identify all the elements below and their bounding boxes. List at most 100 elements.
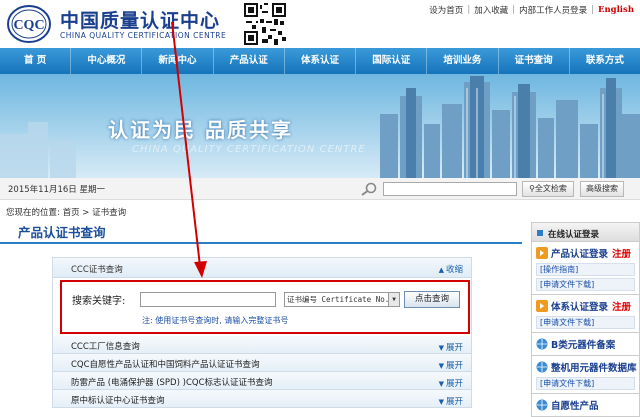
expand-toggle[interactable]: ▼ 展开 <box>439 377 463 389</box>
nav-item-training[interactable]: 培训业务 <box>427 48 499 74</box>
section-title: 防雷产品 (电涌保护器 (SPD) )CQC标志认证证书查询 <box>71 378 273 388</box>
org-name-cn: 中国质量认证中心 <box>60 10 221 32</box>
sidebar-title: 在线认证登录 <box>548 230 600 240</box>
expand-toggle[interactable]: ▼ 展开 <box>439 359 463 371</box>
nav-item-about[interactable]: 中心概况 <box>71 48 143 74</box>
query-button[interactable]: 点击查询 <box>404 291 460 308</box>
expand-label: 展开 <box>445 397 463 407</box>
sidebar-block-components: B类元器件备案 <box>531 333 640 356</box>
product-login-link[interactable]: 产品认证登录 <box>551 246 608 260</box>
section-title: CQC自愿性产品认证和中国饲料产品认证证书查询 <box>71 360 260 370</box>
panel-title: CCC证书查询 <box>71 265 123 275</box>
collapse-label: 收缩 <box>445 265 463 275</box>
section-title: 原中标认证中心证书查询 <box>71 396 165 406</box>
breadcrumb: 您现在的位置: 首页 > 证书查询 <box>6 206 126 218</box>
org-name-en: CHINA QUALITY CERTIFICATION CENTRE <box>60 31 227 40</box>
search-type-select[interactable]: 证书编号 Certificate No. ▼ <box>284 292 400 307</box>
top-links: 设为首页 | 加入收藏 | 内部工作人员登录 | English <box>429 4 634 16</box>
chevron-down-icon: ▼ <box>438 362 444 370</box>
logo-text: CQC <box>13 18 44 33</box>
breadcrumb-separator: > <box>82 208 90 218</box>
hero-banner: 认证为民 品质共享 CHINA QUALITY CERTIFICATION CE… <box>0 74 640 178</box>
breadcrumb-current: 证书查询 <box>92 208 127 218</box>
query-note: 注: 使用证书号查询时, 请输入完整证书号 <box>142 316 289 325</box>
staff-login-link[interactable]: 内部工作人员登录 <box>519 4 587 16</box>
chevron-down-icon: ▼ <box>438 380 444 388</box>
breadcrumb-home-link[interactable]: 首页 <box>63 208 80 218</box>
expand-toggle[interactable]: ▼ 展开 <box>439 395 463 407</box>
section-row[interactable]: 防雷产品 (电涌保护器 (SPD) )CQC标志认证证书查询 ▼ 展开 <box>52 372 472 390</box>
divider: | <box>512 5 516 15</box>
keyword-label: 搜索关键字: <box>72 296 126 307</box>
components-filing-link[interactable]: B类元器件备案 <box>551 337 615 351</box>
nav-item-home[interactable]: 首 页 <box>0 48 72 74</box>
current-date: 2015年11月16日 星期一 <box>8 185 105 195</box>
cqc-logo-icon[interactable]: CQC <box>6 4 52 44</box>
bullet-icon <box>537 230 543 236</box>
nav-item-system-cert[interactable]: 体系认证 <box>285 48 357 74</box>
database-download-link[interactable]: [申请文件下载] <box>536 377 635 390</box>
arrow-right-icon <box>536 300 548 312</box>
system-login-link[interactable]: 体系认证登录 <box>551 299 608 313</box>
chevron-down-icon[interactable]: ▼ <box>388 293 399 306</box>
sidebar-block-system-login: 体系认证登录 注册 [申请文件下载] <box>531 295 640 333</box>
main-nav: 首 页 中心概况 新闻中心 产品认证 体系认证 国际认证 培训业务 证书查询 联… <box>0 48 640 74</box>
nav-item-contact[interactable]: 联系方式 <box>570 48 640 74</box>
query-sections: CCC工厂信息查询 ▼ 展开 CQC自愿性产品认证和中国饲料产品认证证书查询 ▼ 展… <box>52 336 472 408</box>
qr-code-icon <box>244 3 286 45</box>
date-search-bar: 2015年11月16日 星期一 ⚲全文检索 高级搜索 <box>0 178 640 200</box>
search-type-value: 证书编号 Certificate No. <box>287 295 390 304</box>
panel-header[interactable]: CCC证书查询 ▲ 收缩 <box>53 258 471 278</box>
fulltext-search-button[interactable]: ⚲全文检索 <box>522 181 574 197</box>
query-form: 搜索关键字: 证书编号 Certificate No. ▼ 点击查询 注: 使用… <box>60 280 470 334</box>
chevron-up-icon: ▲ <box>438 266 444 274</box>
globe-icon <box>536 338 548 350</box>
expand-label: 展开 <box>445 379 463 389</box>
nav-item-news[interactable]: 新闻中心 <box>142 48 214 74</box>
nav-item-intl-cert[interactable]: 国际认证 <box>356 48 428 74</box>
section-title: CCC工厂信息查询 <box>71 342 140 352</box>
expand-toggle[interactable]: ▼ 展开 <box>439 341 463 353</box>
page-title: 产品认证书查询 <box>18 225 106 240</box>
expand-label: 展开 <box>445 343 463 353</box>
arrow-right-icon <box>536 247 548 259</box>
fulltext-search-label: 全文检索 <box>534 184 567 193</box>
add-favorite-link[interactable]: 加入收藏 <box>474 4 508 16</box>
banner-slogan: 认证为民 品质共享 <box>108 118 293 142</box>
banner-subtitle: CHINA QUALITY CERTIFICATION CENTRE <box>132 144 366 155</box>
divider: | <box>591 5 594 15</box>
section-row[interactable]: 原中标认证中心证书查询 ▼ 展开 <box>52 390 472 408</box>
globe-icon <box>536 399 548 411</box>
product-register-link[interactable]: 注册 <box>612 246 631 260</box>
globe-icon <box>536 361 548 373</box>
page-title-bar: 产品认证书查询 <box>0 218 522 244</box>
section-row[interactable]: CQC自愿性产品认证和中国饲料产品认证证书查询 ▼ 展开 <box>52 354 472 372</box>
voluntary-product-link[interactable]: 自愿性产品 <box>551 398 599 412</box>
components-database-link[interactable]: 整机用元器件数据库 <box>551 360 637 374</box>
expand-label: 展开 <box>445 361 463 371</box>
divider: | <box>467 5 471 15</box>
section-row[interactable]: CCC工厂信息查询 ▼ 展开 <box>52 336 472 354</box>
site-search-input[interactable] <box>383 182 517 196</box>
collapse-toggle[interactable]: ▲ 收缩 <box>439 263 463 275</box>
sidebar-header: 在线认证登录 <box>531 222 640 242</box>
chevron-down-icon: ▼ <box>438 344 444 352</box>
nav-item-product-cert[interactable]: 产品认证 <box>214 48 285 74</box>
search-icon <box>361 182 377 196</box>
english-link[interactable]: English <box>598 5 634 15</box>
operation-guide-link[interactable]: [操作指南] <box>536 263 635 276</box>
right-sidebar: 在线认证登录 产品认证登录 注册 [操作指南] [申请文件下载] 体系认证登录 … <box>531 222 640 417</box>
advanced-search-button[interactable]: 高级搜索 <box>580 181 624 197</box>
sidebar-block-product-login: 产品认证登录 注册 [操作指南] [申请文件下载] <box>531 242 640 295</box>
system-download-link[interactable]: [申请文件下载] <box>536 316 635 329</box>
set-homepage-link[interactable]: 设为首页 <box>429 4 463 16</box>
site-header: CQC 中国质量认证中心 CHINA QUALITY CERTIFICATION… <box>0 0 640 48</box>
nav-item-cert-query[interactable]: 证书查询 <box>499 48 570 74</box>
sidebar-block-voluntary: 自愿性产品 <box>531 394 640 417</box>
breadcrumb-prefix: 您现在的位置: <box>6 208 60 218</box>
product-download-link[interactable]: [申请文件下载] <box>536 278 635 291</box>
system-register-link[interactable]: 注册 <box>612 299 631 313</box>
keyword-input[interactable] <box>140 292 276 307</box>
city-skyline-image <box>0 76 640 178</box>
sidebar-block-database: 整机用元器件数据库 [申请文件下载] <box>531 356 640 394</box>
